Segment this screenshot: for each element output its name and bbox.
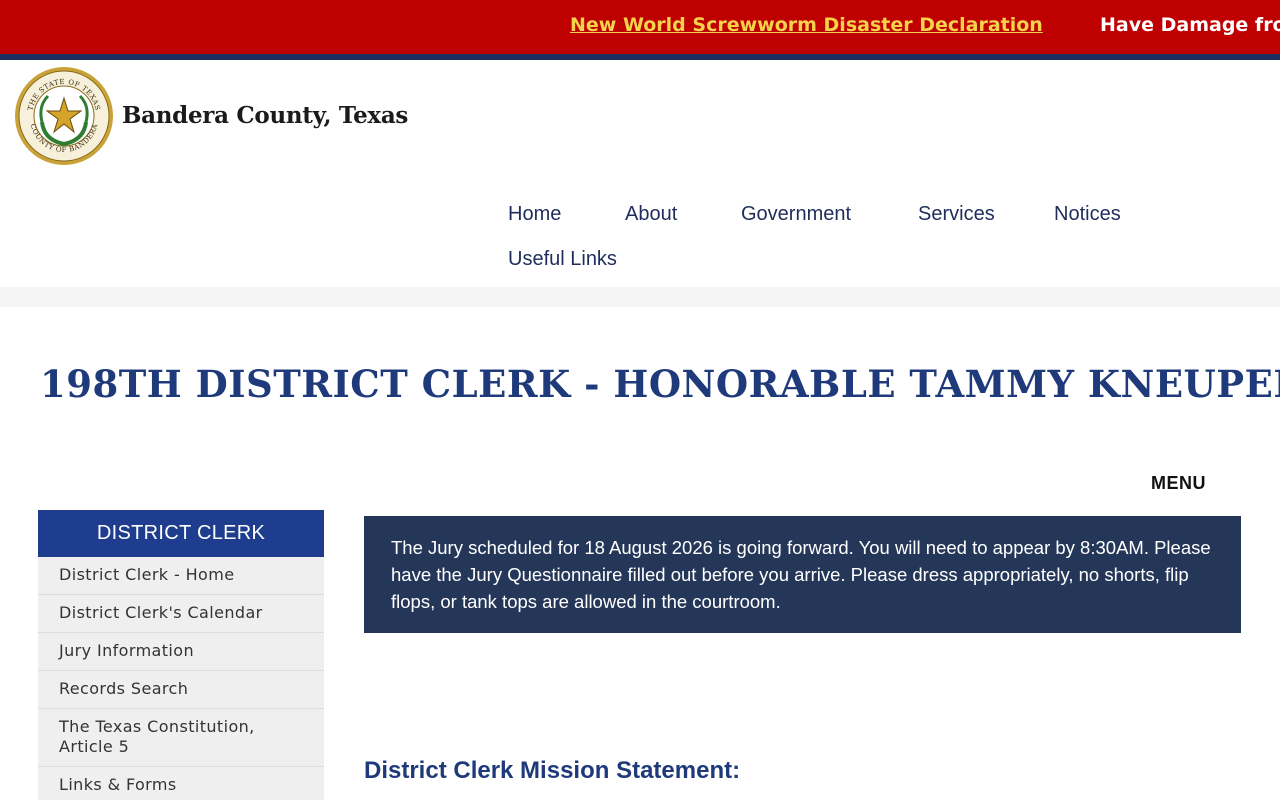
sidebar-item-texas-constitution[interactable]: The Texas Constitution, Article 5 (38, 709, 324, 767)
menu-toggle-button[interactable]: MENU (1151, 473, 1206, 494)
page-title: 198TH DISTRICT CLERK - HONORABLE TAMMY K… (40, 362, 1280, 406)
header-band (0, 287, 1280, 307)
sidebar-item-district-clerk-home[interactable]: District Clerk - Home (38, 557, 324, 595)
alert-text: Have Damage from (1100, 14, 1280, 36)
sidebar: DISTRICT CLERK District Clerk - Home Dis… (38, 510, 324, 800)
site-name[interactable]: Bandera County, Texas (122, 102, 408, 129)
alert-link-screwworm[interactable]: New World Screwworm Disaster Declaration (570, 14, 1043, 36)
mission-statement-heading: District Clerk Mission Statement: (364, 757, 741, 784)
nav-item-home[interactable]: Home (508, 203, 561, 226)
nav-item-useful-links[interactable]: Useful Links (508, 248, 617, 271)
nav-item-services[interactable]: Services (918, 203, 995, 226)
alert-ticker: New World Screwworm Disaster Declaration… (0, 0, 1280, 54)
sidebar-heading: DISTRICT CLERK (38, 510, 324, 557)
nav-item-about[interactable]: About (625, 203, 677, 226)
sidebar-item-records-search[interactable]: Records Search (38, 671, 324, 709)
sidebar-item-links-forms[interactable]: Links & Forms (38, 767, 324, 800)
sidebar-item-jury-information[interactable]: Jury Information (38, 633, 324, 671)
jury-notice: The Jury scheduled for 18 August 2026 is… (364, 516, 1241, 633)
county-seal-icon: THE STATE OF TEXAS COUNTY OF BANDERA (15, 67, 113, 165)
sidebar-item-calendar[interactable]: District Clerk's Calendar (38, 595, 324, 633)
nav-item-notices[interactable]: Notices (1054, 203, 1121, 226)
nav-item-government[interactable]: Government (741, 203, 851, 226)
header-divider (0, 54, 1280, 60)
